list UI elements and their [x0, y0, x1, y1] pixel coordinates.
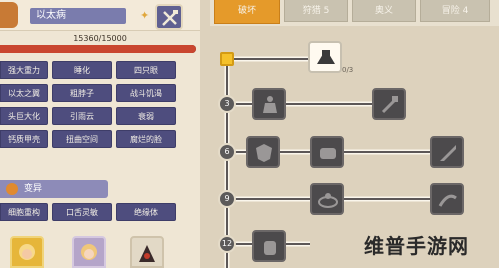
skill-node-muscle[interactable] — [252, 88, 286, 120]
hammer-icon — [381, 96, 398, 114]
blade-icon — [440, 145, 456, 161]
level-badge: 6 — [218, 143, 236, 161]
level-badge: 3 — [218, 95, 236, 113]
grab-fist-icon — [264, 241, 276, 255]
slash-icon — [438, 194, 457, 207]
skill-node-fist[interactable] — [310, 136, 344, 168]
hp-text: 15360/15000 — [73, 34, 127, 43]
node-counter: 0/3 — [342, 66, 354, 74]
skill-tree-panel: 破坏 狩猎 5 奥义 冒险 4 3 6 9 12 0/3 — [200, 0, 499, 268]
watermark: 维普手游网 — [364, 234, 469, 258]
character-icon — [0, 2, 18, 28]
skill-cell[interactable]: 战斗饥渴 — [116, 84, 176, 102]
skill-node-arm-wrestle[interactable] — [308, 41, 342, 73]
skill-node-slash[interactable] — [430, 183, 464, 215]
swap-tools-button[interactable] — [155, 4, 183, 30]
skill-cell[interactable]: 钙质甲壳 — [0, 130, 48, 148]
tree-root-node — [220, 52, 234, 66]
skill-cell[interactable]: 扭曲空间 — [52, 130, 112, 148]
tree-connector-lines — [224, 56, 455, 268]
skill-cell[interactable]: 以太之翼 — [0, 84, 48, 102]
muscle-body-icon — [263, 96, 277, 113]
shield-icon — [256, 144, 272, 162]
skill-cell[interactable]: 细胞重构 — [0, 203, 48, 221]
skill-cell[interactable]: 腐烂的脸 — [116, 130, 176, 148]
character-portrait[interactable] — [72, 236, 106, 268]
skill-node-vortex[interactable] — [310, 183, 344, 215]
hp-bar — [0, 45, 196, 53]
vortex-icon — [318, 193, 338, 208]
level-badge: 12 — [218, 235, 236, 253]
skill-cell[interactable]: 引雨云 — [52, 107, 112, 125]
character-header: 以太病 ✦ — [0, 0, 200, 31]
skill-node-blade[interactable] — [430, 136, 464, 168]
skill-cell[interactable]: 粗脖子 — [52, 84, 112, 102]
portrait-blonde-icon — [19, 244, 35, 260]
skill-cell[interactable]: 四只眼 — [116, 61, 176, 79]
skill-grid-primary: 强大重力 睡化 四只眼 以太之翼 粗脖子 战斗饥渴 头巨大化 引雨云 衰弱 钙质… — [0, 61, 200, 148]
character-portrait[interactable] — [10, 236, 44, 268]
mutation-icon — [6, 183, 18, 195]
character-name: 以太病 — [30, 8, 126, 24]
fist-icon — [320, 148, 336, 159]
skill-cell[interactable]: 口舌灵敏 — [52, 203, 112, 221]
skill-node-grab[interactable] — [252, 230, 286, 262]
level-badge: 9 — [218, 190, 236, 208]
skill-cell[interactable]: 衰弱 — [116, 107, 176, 125]
character-panel: 以太病 ✦ 15360/15000 强大重力 睡化 四只眼 以太之翼 粗脖子 战… — [0, 0, 200, 268]
character-portrait[interactable] — [130, 236, 164, 268]
skill-cell[interactable]: 睡化 — [52, 61, 112, 79]
portrait-mage-icon — [81, 244, 97, 260]
portrait-dark-icon — [139, 245, 155, 262]
skill-cell[interactable]: 头巨大化 — [0, 107, 48, 125]
crossed-tools-icon — [162, 10, 178, 26]
skill-grid-mutation: 细胞重构 口舌灵敏 绝缘体 — [0, 203, 200, 221]
mutation-title: 变异 — [24, 184, 43, 194]
arm-wrestle-icon — [317, 50, 335, 64]
hp-bar-fill — [0, 45, 196, 53]
skill-cell[interactable]: 绝缘体 — [116, 203, 176, 221]
skill-cell[interactable]: 强大重力 — [0, 61, 48, 79]
star-icon: ✦ — [140, 9, 150, 22]
mutation-header: 变异 — [0, 180, 108, 198]
skill-node-hammer[interactable] — [372, 88, 406, 120]
skill-node-shield[interactable] — [246, 136, 280, 168]
